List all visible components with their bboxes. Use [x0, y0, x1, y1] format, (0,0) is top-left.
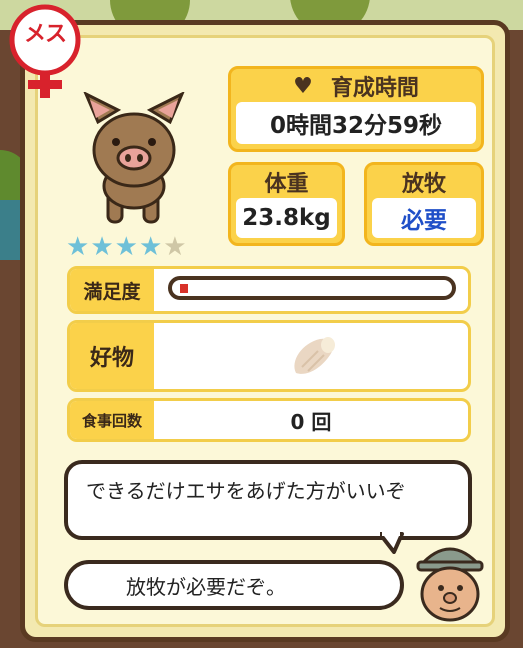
gender-label: メス — [23, 22, 67, 47]
satisfaction-label: 満足度 — [70, 269, 154, 311]
gender-badge: メス — [2, 2, 88, 102]
satisfaction-bar-fill — [180, 284, 188, 293]
sweet-potato-icon — [294, 337, 335, 374]
farmer-speech-bubble: 放牧が必要だぞ。 — [64, 560, 404, 610]
farmer-avatar-icon — [416, 547, 484, 622]
growth-time-label: 育成時間 — [330, 76, 419, 101]
weight-label: 体重 — [264, 172, 309, 197]
favorite-row: 好物 — [67, 320, 471, 392]
star-empty-icon: ★ — [163, 232, 187, 262]
grazing-box: 放牧 必要 — [364, 162, 484, 246]
pig-icon — [83, 92, 185, 224]
weight-value: 23.8kg — [236, 198, 337, 238]
satisfaction-row: 満足度 — [67, 266, 471, 314]
meals-row: 食事回数 0 回 — [67, 398, 471, 442]
heart-icon: ♥ — [293, 73, 313, 99]
hint-text: できるだけエサをあげた方がいいぞ — [86, 479, 406, 503]
star-icon: ★ — [138, 232, 163, 262]
grazing-value: 必要 — [372, 198, 476, 238]
star-icon: ★ — [90, 232, 114, 262]
hint-speech-bubble: できるだけエサをあげた方がいいぞ — [64, 460, 472, 540]
rating-stars: ★ ★ ★ ★ ★ — [66, 234, 187, 260]
bubble-tail-icon — [380, 532, 404, 554]
growth-time-box: ♥ 育成時間 0時間32分59秒 — [228, 66, 484, 152]
growth-time-value: 0時間32分59秒 — [236, 102, 476, 144]
farmer-text: 放牧が必要だぞ。 — [126, 574, 286, 599]
favorite-label: 好物 — [70, 323, 154, 389]
meals-label: 食事回数 — [70, 401, 154, 439]
grazing-label: 放牧 — [401, 172, 446, 197]
meals-value: 0 回 — [290, 409, 332, 434]
weight-box: 体重 23.8kg — [228, 162, 345, 246]
star-icon: ★ — [114, 232, 138, 262]
satisfaction-bar — [168, 276, 456, 300]
star-icon: ★ — [66, 232, 90, 262]
